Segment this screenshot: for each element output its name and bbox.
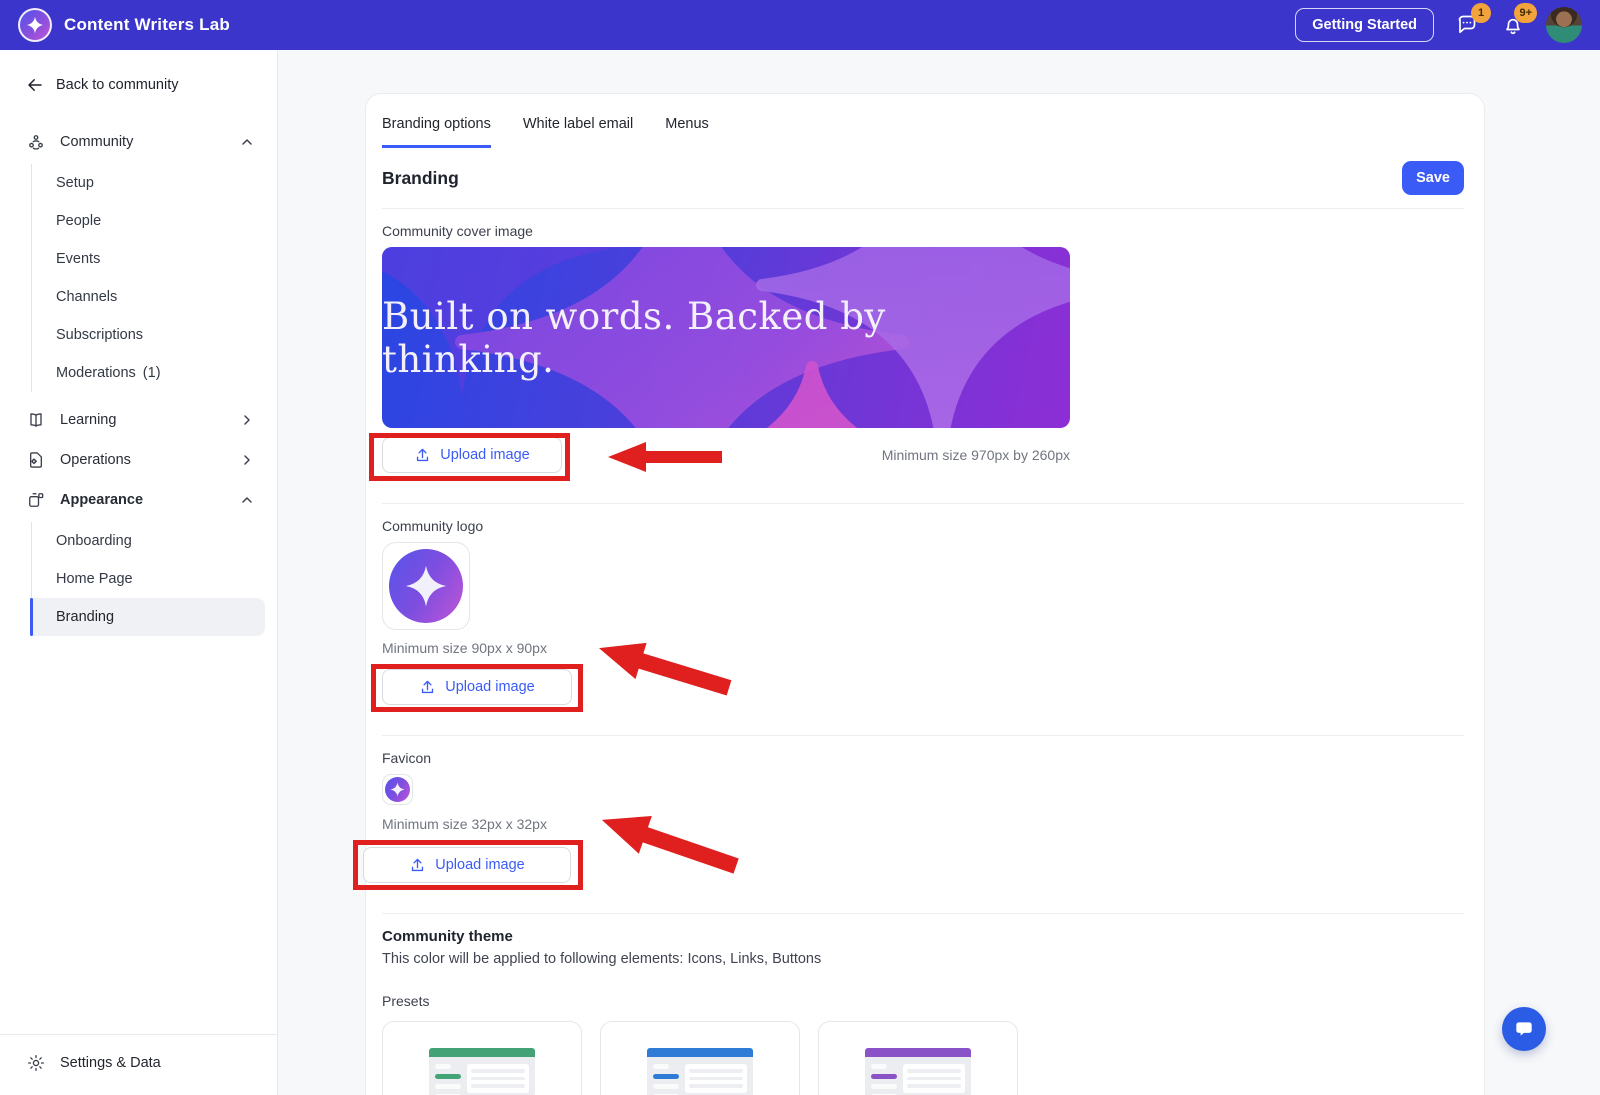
chevron-right-icon — [239, 412, 255, 428]
cover-image-label: Community cover image — [382, 223, 533, 239]
support-chat-launcher[interactable] — [1502, 1007, 1546, 1051]
logo-upload-image-button[interactable]: Upload image — [382, 669, 572, 705]
favicon-upload-image-button[interactable]: Upload image — [363, 847, 571, 883]
community-logo-section: Community logo Minimum size 90px x 90px … — [366, 504, 1484, 735]
sidebar-item-subscriptions[interactable]: Subscriptions — [32, 316, 265, 354]
sidebar-item-home-page[interactable]: Home Page — [32, 560, 265, 598]
getting-started-button[interactable]: Getting Started — [1295, 8, 1434, 42]
community-logo-icon — [18, 8, 52, 42]
presets-label: Presets — [382, 993, 430, 1009]
theme-preset-thumbnail — [429, 1048, 535, 1095]
operations-icon — [26, 450, 46, 470]
theme-preset-thumbnail — [647, 1048, 753, 1095]
annotation-arrow-favicon — [601, 815, 739, 874]
community-icon — [26, 132, 46, 152]
theme-preset-purple[interactable] — [818, 1021, 1018, 1095]
sidebar-section-appearance[interactable]: Appearance — [16, 480, 265, 520]
sidebar-item-people[interactable]: People — [32, 202, 265, 240]
back-to-community-link[interactable]: Back to community — [0, 50, 277, 112]
settings-and-data-link[interactable]: Settings & Data — [0, 1034, 277, 1095]
favicon-image — [385, 777, 410, 802]
user-avatar[interactable] — [1546, 7, 1582, 43]
community-logo-label: Community logo — [382, 518, 484, 534]
branding-settings-card: Branding options White label email Menus… — [353, 93, 1485, 1095]
gear-icon — [26, 1053, 46, 1073]
sidebar-section-operations[interactable]: Operations — [16, 440, 265, 480]
community-logo-image — [389, 549, 463, 623]
upload-icon — [417, 448, 429, 461]
cover-image-text: Built on words. Backed by thinking. — [382, 294, 886, 381]
sidebar-section-community[interactable]: Community — [16, 122, 265, 162]
sidebar-item-branding[interactable]: Branding — [30, 598, 265, 636]
community-brand[interactable]: Content Writers Lab — [18, 8, 230, 42]
sidebar-item-setup[interactable]: Setup — [32, 164, 265, 202]
sidebar-item-events[interactable]: Events — [32, 240, 265, 278]
theme-preset-thumbnail — [865, 1048, 971, 1095]
community-theme-title: Community theme — [382, 928, 513, 945]
appearance-icon — [26, 490, 46, 510]
sidebar-item-onboarding[interactable]: Onboarding — [32, 522, 265, 560]
admin-sidebar: Back to community Community Setup People… — [0, 50, 278, 1095]
arrow-left-icon — [28, 79, 42, 91]
learning-icon — [26, 410, 46, 430]
theme-presets-row — [382, 1021, 1468, 1095]
community-title: Content Writers Lab — [64, 15, 230, 34]
moderations-count-badge: (1) — [142, 365, 161, 381]
save-button[interactable]: Save — [1402, 161, 1464, 195]
sidebar-item-moderations[interactable]: Moderations (1) — [32, 354, 265, 392]
community-logo-preview — [382, 542, 470, 630]
messages-button[interactable]: 1 — [1454, 3, 1491, 38]
messages-badge: 1 — [1471, 3, 1491, 23]
cover-upload-image-button[interactable]: Upload image — [382, 437, 562, 473]
favicon-preview — [382, 774, 413, 805]
tab-branding-options[interactable]: Branding options — [382, 116, 491, 148]
logo-min-size-text: Minimum size 90px x 90px — [382, 640, 547, 656]
community-theme-description: This color will be applied to following … — [382, 951, 822, 967]
upload-icon — [422, 680, 434, 693]
favicon-section: Favicon Minimum size 32px x 32px Upload … — [353, 736, 1484, 913]
main-content: Branding options White label email Menus… — [278, 50, 1600, 1095]
chevron-up-icon — [239, 492, 255, 508]
favicon-min-size-text: Minimum size 32px x 32px — [382, 816, 547, 832]
community-theme-section: Community theme This color will be appli… — [366, 914, 1484, 1095]
community-cover-image: Built on words. Backed by thinking. — [382, 247, 1070, 428]
theme-preset-green[interactable] — [382, 1021, 582, 1095]
notifications-button[interactable]: 9+ — [1500, 3, 1537, 38]
annotation-arrow-cover — [608, 442, 722, 472]
page-title: Branding — [382, 167, 459, 188]
chevron-up-icon — [239, 134, 255, 150]
notifications-badge: 9+ — [1514, 3, 1537, 23]
sidebar-section-learning[interactable]: Learning — [16, 400, 265, 440]
chat-bubble-icon — [1516, 1022, 1532, 1036]
tab-white-label-email[interactable]: White label email — [523, 116, 633, 148]
branding-tabs: Branding options White label email Menus — [366, 94, 1484, 148]
tab-menus[interactable]: Menus — [665, 116, 709, 148]
chevron-right-icon — [239, 452, 255, 468]
sidebar-item-channels[interactable]: Channels — [32, 278, 265, 316]
topbar: Content Writers Lab Getting Started 1 9+ — [0, 0, 1600, 50]
cover-min-size-text: Minimum size 970px by 260px — [881, 447, 1070, 463]
theme-preset-blue[interactable] — [600, 1021, 800, 1095]
favicon-label: Favicon — [382, 750, 432, 766]
cover-image-section: Community cover image Built on words. Ba… — [366, 209, 1484, 503]
upload-icon — [412, 858, 424, 871]
